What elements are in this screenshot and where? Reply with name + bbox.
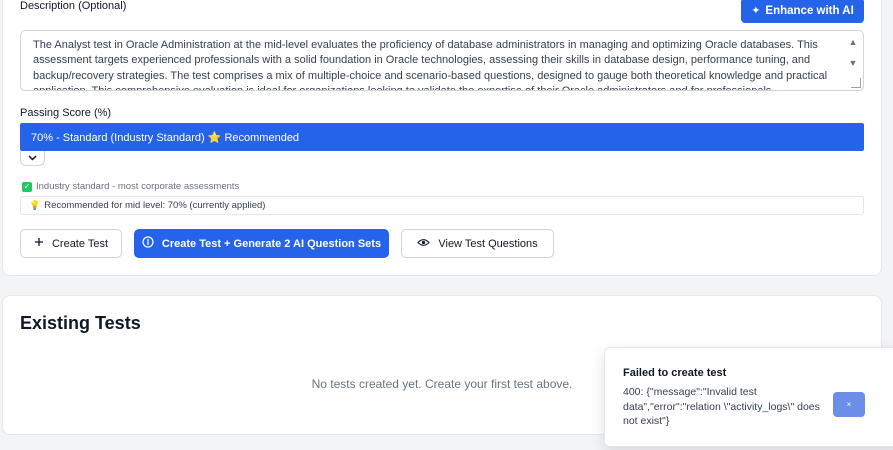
scroll-down-icon[interactable]: ▼ [848,59,858,68]
close-icon: × [846,400,852,409]
enhance-button-label: Enhance with AI [765,4,854,17]
check-square-icon: ✓ [22,181,32,192]
plus-icon [34,237,44,250]
description-textarea[interactable]: The Analyst test in Oracle Administratio… [20,30,864,91]
sparkles-icon: ✦ [751,5,761,17]
description-label: Description (Optional) [20,0,127,12]
lightbulb-icon: 💡 [29,200,41,210]
view-test-questions-button[interactable]: View Test Questions [401,229,554,258]
ai-brain-icon [142,236,154,251]
description-text: The Analyst test in Oracle Administratio… [33,39,828,91]
existing-tests-title: Existing Tests [20,313,141,333]
passing-score-select[interactable]: 70% - Standard (Industry Standard) ⭐ Rec… [20,123,864,151]
chevron-down-icon[interactable] [20,151,45,166]
error-toast: Failed to create test 400: {"message":"I… [604,347,893,447]
scroll-up-icon[interactable]: ▲ [848,38,858,47]
recommendation-box: 💡 Recommended for mid level: 70% (curren… [20,196,864,215]
toast-title: Failed to create test [623,367,727,379]
resize-handle-icon[interactable] [851,78,861,88]
enhance-with-ai-button[interactable]: ✦ Enhance with AI [741,0,864,23]
industry-note-text: Industry standard - most corporate asses… [36,181,240,192]
passing-score-label: Passing Score (%) [20,107,112,119]
eye-icon [417,238,431,250]
view-questions-label: View Test Questions [438,237,538,250]
industry-standard-note: ✓ Industry standard - most corporate ass… [22,181,239,192]
create-generate-label: Create Test + Generate 2 AI Question Set… [161,237,382,250]
toast-close-button[interactable]: × [833,392,865,417]
recommendation-text: Recommended for mid level: 70% (currentl… [44,200,266,211]
toast-message: 400: {"message":"Invalid test data","err… [623,386,820,427]
create-and-generate-button[interactable]: Create Test + Generate 2 AI Question Set… [134,229,389,258]
passing-score-selected-option: 70% - Standard (Industry Standard) ⭐ Rec… [31,131,300,144]
create-test-label: Create Test [51,237,109,250]
create-test-button[interactable]: Create Test [20,229,122,258]
